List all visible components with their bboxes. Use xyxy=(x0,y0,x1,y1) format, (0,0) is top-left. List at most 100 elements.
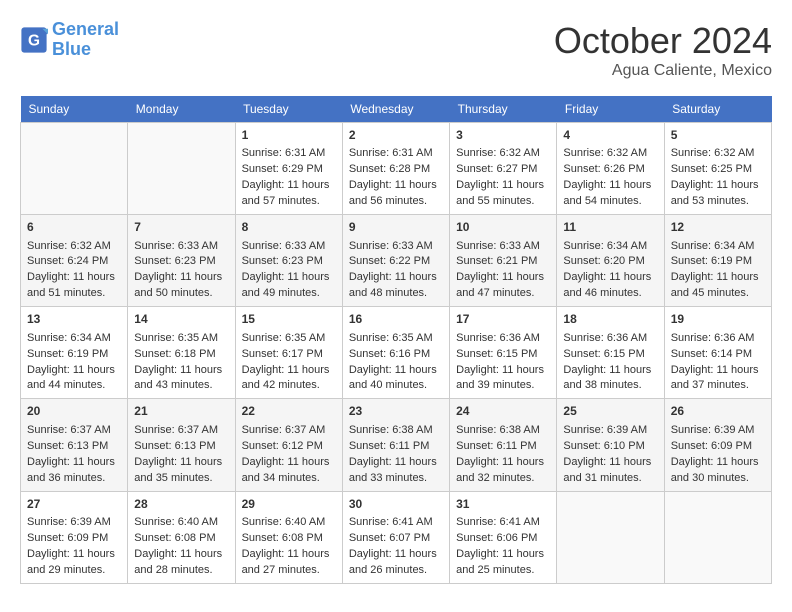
cell-detail: Sunset: 6:10 PM xyxy=(563,439,657,455)
cell-detail: Sunset: 6:15 PM xyxy=(563,347,657,363)
cell-detail: Sunset: 6:13 PM xyxy=(27,439,121,455)
cell-detail: Daylight: 11 hours and 26 minutes. xyxy=(349,547,443,579)
calendar-cell: 16Sunrise: 6:35 AMSunset: 6:16 PMDayligh… xyxy=(342,307,449,399)
cell-detail: Sunset: 6:29 PM xyxy=(242,162,336,178)
cell-detail: Sunset: 6:25 PM xyxy=(671,162,765,178)
cell-detail: Sunrise: 6:40 AM xyxy=(242,515,336,531)
cell-detail: Sunrise: 6:31 AM xyxy=(349,146,443,162)
day-number: 12 xyxy=(671,219,765,236)
cell-detail: Sunset: 6:22 PM xyxy=(349,254,443,270)
cell-detail: Sunrise: 6:38 AM xyxy=(456,423,550,439)
calendar-cell: 17Sunrise: 6:36 AMSunset: 6:15 PMDayligh… xyxy=(450,307,557,399)
calendar-cell xyxy=(128,123,235,215)
cell-detail: Daylight: 11 hours and 53 minutes. xyxy=(671,178,765,210)
cell-detail: Sunset: 6:06 PM xyxy=(456,531,550,547)
cell-detail: Sunrise: 6:39 AM xyxy=(563,423,657,439)
cell-detail: Sunset: 6:08 PM xyxy=(242,531,336,547)
calendar-cell: 12Sunrise: 6:34 AMSunset: 6:19 PMDayligh… xyxy=(664,215,771,307)
calendar-cell: 4Sunrise: 6:32 AMSunset: 6:26 PMDaylight… xyxy=(557,123,664,215)
cell-detail: Sunrise: 6:33 AM xyxy=(349,239,443,255)
cell-detail: Sunrise: 6:32 AM xyxy=(456,146,550,162)
cell-detail: Daylight: 11 hours and 46 minutes. xyxy=(563,270,657,302)
calendar-cell xyxy=(21,123,128,215)
day-number: 25 xyxy=(563,403,657,420)
cell-detail: Daylight: 11 hours and 39 minutes. xyxy=(456,363,550,395)
day-number: 3 xyxy=(456,127,550,144)
cell-detail: Sunrise: 6:37 AM xyxy=(242,423,336,439)
cell-detail: Sunrise: 6:33 AM xyxy=(242,239,336,255)
cell-detail: Sunset: 6:19 PM xyxy=(671,254,765,270)
cell-detail: Sunrise: 6:37 AM xyxy=(27,423,121,439)
day-number: 7 xyxy=(134,219,228,236)
cell-detail: Daylight: 11 hours and 33 minutes. xyxy=(349,455,443,487)
day-number: 24 xyxy=(456,403,550,420)
cell-detail: Daylight: 11 hours and 32 minutes. xyxy=(456,455,550,487)
cell-detail: Sunrise: 6:37 AM xyxy=(134,423,228,439)
cell-detail: Daylight: 11 hours and 44 minutes. xyxy=(27,363,121,395)
cell-detail: Daylight: 11 hours and 35 minutes. xyxy=(134,455,228,487)
cell-detail: Sunrise: 6:34 AM xyxy=(563,239,657,255)
calendar-cell: 8Sunrise: 6:33 AMSunset: 6:23 PMDaylight… xyxy=(235,215,342,307)
cell-detail: Sunset: 6:28 PM xyxy=(349,162,443,178)
day-number: 8 xyxy=(242,219,336,236)
cell-detail: Sunset: 6:20 PM xyxy=(563,254,657,270)
weekday-header: Friday xyxy=(557,96,664,123)
cell-detail: Sunset: 6:09 PM xyxy=(671,439,765,455)
calendar-cell: 27Sunrise: 6:39 AMSunset: 6:09 PMDayligh… xyxy=(21,491,128,583)
cell-detail: Sunset: 6:16 PM xyxy=(349,347,443,363)
cell-detail: Sunset: 6:17 PM xyxy=(242,347,336,363)
cell-detail: Sunrise: 6:39 AM xyxy=(27,515,121,531)
calendar-cell: 10Sunrise: 6:33 AMSunset: 6:21 PMDayligh… xyxy=(450,215,557,307)
day-number: 22 xyxy=(242,403,336,420)
title-block: October 2024 Agua Caliente, Mexico xyxy=(554,20,772,80)
calendar-cell: 22Sunrise: 6:37 AMSunset: 6:12 PMDayligh… xyxy=(235,399,342,491)
calendar-cell: 19Sunrise: 6:36 AMSunset: 6:14 PMDayligh… xyxy=(664,307,771,399)
calendar-cell: 23Sunrise: 6:38 AMSunset: 6:11 PMDayligh… xyxy=(342,399,449,491)
cell-detail: Sunset: 6:09 PM xyxy=(27,531,121,547)
cell-detail: Sunset: 6:11 PM xyxy=(456,439,550,455)
cell-detail: Daylight: 11 hours and 48 minutes. xyxy=(349,270,443,302)
day-number: 27 xyxy=(27,496,121,513)
calendar-cell: 31Sunrise: 6:41 AMSunset: 6:06 PMDayligh… xyxy=(450,491,557,583)
day-number: 26 xyxy=(671,403,765,420)
logo: G General Blue xyxy=(20,20,119,60)
cell-detail: Sunrise: 6:41 AM xyxy=(349,515,443,531)
calendar-cell: 3Sunrise: 6:32 AMSunset: 6:27 PMDaylight… xyxy=(450,123,557,215)
calendar-cell: 18Sunrise: 6:36 AMSunset: 6:15 PMDayligh… xyxy=(557,307,664,399)
cell-detail: Daylight: 11 hours and 28 minutes. xyxy=(134,547,228,579)
calendar-cell: 6Sunrise: 6:32 AMSunset: 6:24 PMDaylight… xyxy=(21,215,128,307)
cell-detail: Daylight: 11 hours and 37 minutes. xyxy=(671,363,765,395)
calendar-cell: 13Sunrise: 6:34 AMSunset: 6:19 PMDayligh… xyxy=(21,307,128,399)
day-number: 15 xyxy=(242,311,336,328)
calendar-cell: 21Sunrise: 6:37 AMSunset: 6:13 PMDayligh… xyxy=(128,399,235,491)
weekday-header: Tuesday xyxy=(235,96,342,123)
cell-detail: Daylight: 11 hours and 57 minutes. xyxy=(242,178,336,210)
cell-detail: Daylight: 11 hours and 42 minutes. xyxy=(242,363,336,395)
calendar-cell: 28Sunrise: 6:40 AMSunset: 6:08 PMDayligh… xyxy=(128,491,235,583)
day-number: 28 xyxy=(134,496,228,513)
cell-detail: Sunrise: 6:34 AM xyxy=(671,239,765,255)
weekday-header: Saturday xyxy=(664,96,771,123)
calendar-cell xyxy=(664,491,771,583)
day-number: 29 xyxy=(242,496,336,513)
cell-detail: Sunrise: 6:38 AM xyxy=(349,423,443,439)
cell-detail: Sunset: 6:07 PM xyxy=(349,531,443,547)
cell-detail: Daylight: 11 hours and 31 minutes. xyxy=(563,455,657,487)
cell-detail: Sunset: 6:13 PM xyxy=(134,439,228,455)
cell-detail: Sunset: 6:11 PM xyxy=(349,439,443,455)
calendar-cell xyxy=(557,491,664,583)
calendar-cell: 15Sunrise: 6:35 AMSunset: 6:17 PMDayligh… xyxy=(235,307,342,399)
svg-text:G: G xyxy=(28,32,40,49)
calendar-cell: 7Sunrise: 6:33 AMSunset: 6:23 PMDaylight… xyxy=(128,215,235,307)
location: Agua Caliente, Mexico xyxy=(554,62,772,80)
day-number: 2 xyxy=(349,127,443,144)
calendar-cell: 26Sunrise: 6:39 AMSunset: 6:09 PMDayligh… xyxy=(664,399,771,491)
weekday-header: Sunday xyxy=(21,96,128,123)
cell-detail: Daylight: 11 hours and 47 minutes. xyxy=(456,270,550,302)
cell-detail: Sunrise: 6:33 AM xyxy=(456,239,550,255)
cell-detail: Daylight: 11 hours and 56 minutes. xyxy=(349,178,443,210)
calendar-table: SundayMondayTuesdayWednesdayThursdayFrid… xyxy=(20,96,772,584)
cell-detail: Daylight: 11 hours and 43 minutes. xyxy=(134,363,228,395)
cell-detail: Sunset: 6:19 PM xyxy=(27,347,121,363)
cell-detail: Sunset: 6:23 PM xyxy=(242,254,336,270)
